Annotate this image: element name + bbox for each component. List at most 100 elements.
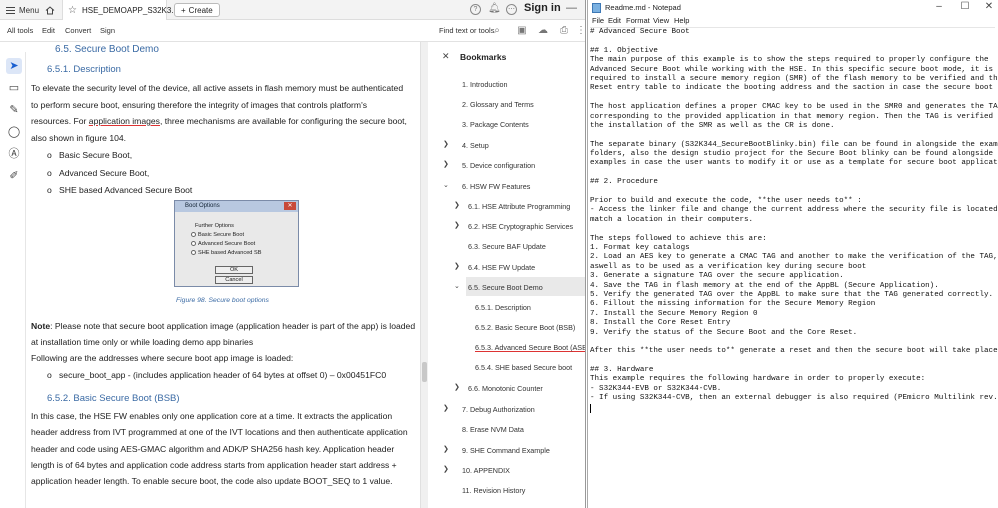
- notepad-line: ## 1. Objective: [590, 46, 658, 55]
- notepad-line: examples in case the user wants to modif…: [590, 159, 998, 168]
- minimize-icon[interactable]: –: [932, 1, 946, 12]
- chevron-right-icon[interactable]: ❯: [443, 465, 449, 473]
- more-icon[interactable]: ⋮: [575, 25, 585, 36]
- chevron-right-icon[interactable]: ❯: [443, 445, 449, 453]
- bookmark-item[interactable]: 2. Glossary and Terms: [462, 100, 534, 109]
- notepad-line: The host application defines a proper CM…: [590, 103, 998, 112]
- bookmark-item[interactable]: 1. Introduction: [462, 80, 508, 89]
- bookmark-item[interactable]: 6.4. HSE FW Update: [468, 263, 535, 272]
- page-scrollbar[interactable]: [420, 42, 428, 508]
- find-text-or-tools[interactable]: Find text or tools: [439, 26, 494, 35]
- menu-file[interactable]: File: [592, 16, 604, 25]
- figure-radio-option: SHE based Advanced SB: [191, 249, 261, 257]
- select-cursor-icon[interactable]: ➤: [6, 58, 22, 74]
- bookmark-item[interactable]: 4. Setup: [462, 141, 489, 150]
- star-icon[interactable]: ☆: [68, 5, 77, 16]
- bookmark-item[interactable]: 6.6. Monotonic Counter: [468, 384, 543, 393]
- chevron-down-icon[interactable]: ⌄: [454, 282, 460, 290]
- bookmark-item[interactable]: 3. Package Contents: [462, 120, 529, 129]
- home-button[interactable]: [45, 3, 55, 17]
- sign-menu[interactable]: Sign: [100, 26, 115, 35]
- notepad-line: 3. Generate a signature TAG over the sec…: [590, 272, 844, 281]
- notepad-line: Prior to build and execute the code, **t…: [590, 197, 862, 206]
- help-icon[interactable]: ?: [470, 4, 481, 15]
- paragraph-description-line2: to perform secure boot, ensuring therefo…: [31, 100, 368, 110]
- notification-bell-icon[interactable]: 🔔︎: [488, 4, 501, 15]
- bookmark-item[interactable]: 7. Debug Authorization: [462, 405, 535, 414]
- minimize-icon[interactable]: —: [566, 2, 577, 14]
- edit-menu[interactable]: Edit: [42, 26, 55, 35]
- close-icon[interactable]: ✕: [982, 1, 996, 12]
- print-icon[interactable]: ⎙: [558, 25, 570, 36]
- bookmarks-panel: ✕ Bookmarks 1. Introduction 2. Glossary …: [430, 42, 585, 508]
- document-tab[interactable]: ☆ HSE_DEMOAPP_S32K3... ✕: [62, 0, 191, 20]
- save-icon[interactable]: ▣: [516, 25, 528, 36]
- apps-icon[interactable]: ⋯: [506, 4, 517, 15]
- menu-format[interactable]: Format: [626, 16, 650, 25]
- notepad-line: The steps followed to achieve this are:: [590, 234, 767, 243]
- maximize-icon[interactable]: ☐: [958, 1, 972, 12]
- text-fragment: resources. For: [31, 116, 89, 126]
- menu-edit[interactable]: Edit: [608, 16, 621, 25]
- bookmark-item[interactable]: 6.5.3. Advanced Secure Boot (ASB): [475, 343, 585, 352]
- bookmark-item[interactable]: 10. APPENDIX: [462, 466, 510, 475]
- figure-group-label: Further Options: [195, 223, 234, 229]
- figure-cancel-button: Cancel: [215, 276, 253, 284]
- chevron-right-icon[interactable]: ❯: [454, 262, 460, 270]
- page-scrollbar-thumb[interactable]: [422, 362, 427, 382]
- notepad-line: After this **the user needs to** generat…: [590, 347, 998, 356]
- figure-boot-options-dialog: Boot Options ✕ Further Options Basic Sec…: [174, 200, 299, 287]
- fill-sign-icon[interactable]: ✐: [6, 168, 22, 184]
- bullet-text: Advanced Secure Boot,: [59, 168, 150, 178]
- bookmark-item[interactable]: 9. SHE Command Example: [462, 446, 550, 455]
- chevron-right-icon[interactable]: ❯: [443, 140, 449, 148]
- lasso-icon[interactable]: ◯: [6, 124, 22, 140]
- bookmark-item[interactable]: 11. Revision History: [462, 486, 525, 495]
- upload-cloud-icon[interactable]: ☁: [537, 25, 549, 36]
- notepad-line: ## 3. Hardware: [590, 366, 654, 375]
- text-box-icon[interactable]: Ⓐ: [6, 146, 22, 162]
- notepad-line: [590, 94, 995, 103]
- sign-in-button[interactable]: Sign in: [524, 2, 561, 14]
- menu-help[interactable]: Help: [674, 16, 689, 25]
- notepad-line: ## 2. Procedure: [590, 178, 658, 187]
- bookmark-item[interactable]: 6.1. HSE Attribute Programming: [468, 202, 570, 211]
- bullet-item: o Advanced Secure Boot,: [47, 168, 150, 178]
- close-bookmarks-icon[interactable]: ✕: [442, 51, 450, 62]
- section-heading-6-5: 6.5. Secure Boot Demo: [55, 44, 159, 55]
- bullet-item: o SHE based Advanced Secure Boot: [47, 185, 193, 195]
- chevron-right-icon[interactable]: ❯: [454, 383, 460, 391]
- menu-button[interactable]: Menu: [6, 3, 39, 17]
- search-icon[interactable]: ⌕: [491, 25, 503, 36]
- pen-icon[interactable]: ✎: [6, 102, 22, 118]
- paragraph-bsb-line4: length is of 64 bytes and application co…: [31, 460, 397, 470]
- bookmark-item[interactable]: 8. Erase NVM Data: [462, 425, 524, 434]
- notepad-line: [590, 188, 995, 197]
- notepad-line: [590, 357, 995, 366]
- bookmark-item[interactable]: 6.5.2. Basic Secure Boot (BSB): [475, 323, 575, 332]
- figure-ok-button: OK: [215, 266, 253, 274]
- notepad-line: corresponding to the provided applicatio…: [590, 112, 998, 121]
- bookmark-item[interactable]: 6.2. HSE Cryptographic Services: [468, 222, 573, 231]
- all-tools-menu[interactable]: All tools: [7, 26, 33, 35]
- chevron-right-icon[interactable]: ❯: [443, 160, 449, 168]
- chevron-down-icon[interactable]: ⌄: [443, 181, 449, 189]
- section-heading-6-5-1: 6.5.1. Description: [47, 64, 121, 75]
- bookmark-item[interactable]: 6.5.4. SHE based Secure boot: [475, 363, 572, 372]
- note-line1: Note: Please note that secure boot appli…: [31, 318, 417, 335]
- chevron-right-icon[interactable]: ❯: [454, 221, 460, 229]
- menu-view[interactable]: View: [653, 16, 669, 25]
- chevron-right-icon[interactable]: ❯: [443, 404, 449, 412]
- bookmark-item[interactable]: 5. Device configuration: [462, 161, 535, 170]
- create-button[interactable]: + Create: [174, 3, 220, 17]
- tools-rail: ➤ ▭ ✎ ◯ Ⓐ ✐: [0, 52, 26, 508]
- comment-icon[interactable]: ▭: [6, 80, 22, 96]
- notepad-text-area[interactable]: # Advanced Secure Boot ## 1. Objective The…: [590, 27, 998, 508]
- chevron-right-icon[interactable]: ❯: [454, 201, 460, 209]
- notepad-line: 6. Fillout the missing information for t…: [590, 300, 876, 309]
- bookmark-item[interactable]: 6. HSW FW Features: [462, 182, 530, 191]
- bookmark-item[interactable]: 6.5.1. Description: [475, 303, 531, 312]
- bookmark-item-selected[interactable]: 6.5. Secure Boot Demo: [468, 283, 543, 292]
- bookmark-item[interactable]: 6.3. Secure BAF Update: [468, 242, 546, 251]
- convert-menu[interactable]: Convert: [65, 26, 91, 35]
